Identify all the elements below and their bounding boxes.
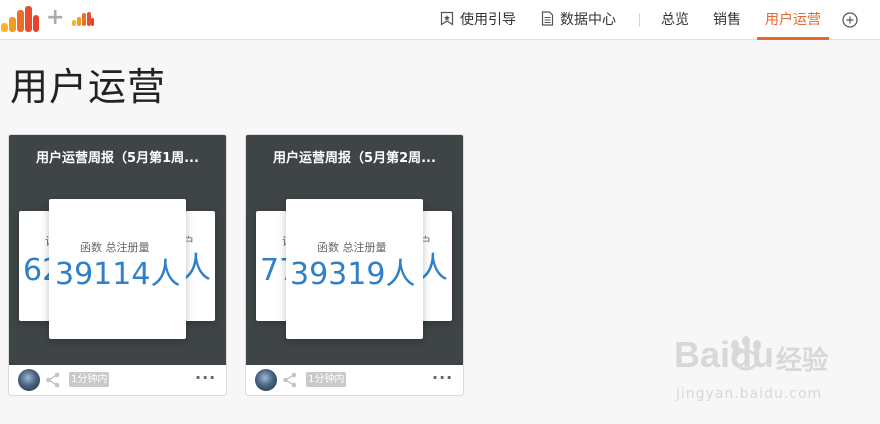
update-time-badge: 1分钟内: [306, 372, 347, 387]
page-title: 用户运营: [10, 65, 167, 109]
tab-overview[interactable]: 总览: [661, 0, 689, 40]
baidu-jingyan-watermark: Baidu 经验 jingyan.baidu.com: [672, 330, 842, 410]
avatar[interactable]: [18, 369, 40, 391]
document-icon: [541, 10, 554, 26]
slide-value: 39319人: [290, 257, 416, 292]
watermark-cn: 经验: [776, 346, 829, 376]
app-logo-icon[interactable]: [0, 6, 40, 32]
slide-label: 函数 总注册量: [80, 241, 150, 254]
card-footer: 1分钟内 ···: [246, 365, 463, 395]
tab-user-operations[interactable]: 用户运营: [765, 0, 821, 40]
data-center-button-label: 数据中心: [560, 12, 616, 28]
active-tab-indicator: [757, 37, 829, 40]
dashboard-card[interactable]: 用户运营周报（5月第2周... 访 77 户 人 函数 总注册量 39319人 …: [245, 134, 464, 396]
add-circle-icon[interactable]: [842, 12, 858, 28]
preview-slide-front: 函数 总注册量 39114人: [49, 199, 186, 339]
slide-value: 39114人: [55, 257, 181, 292]
card-footer: 1分钟内 ···: [9, 365, 226, 395]
card-preview[interactable]: 用户运营周报（5月第1周... 访 62 户 人 函数 总注册量 39114人: [9, 135, 226, 365]
paw-icon: [731, 336, 761, 371]
nav-divider: [639, 13, 640, 27]
slide-unit: 人: [385, 257, 416, 292]
avatar[interactable]: [255, 369, 277, 391]
plus-icon: +: [46, 5, 65, 30]
tab-sales[interactable]: 销售: [713, 0, 741, 40]
card-title: 用户运营周报（5月第2周...: [273, 151, 436, 166]
share-icon[interactable]: [45, 372, 61, 388]
bookmark-star-icon: [440, 11, 454, 26]
partner-logo-icon: [72, 12, 94, 26]
guide-button-label: 使用引导: [460, 12, 516, 28]
update-time-badge: 1分钟内: [69, 372, 110, 387]
guide-button[interactable]: 使用引导: [440, 0, 516, 40]
card-title: 用户运营周报（5月第1周...: [36, 151, 199, 166]
data-center-button[interactable]: 数据中心: [541, 0, 616, 40]
share-icon[interactable]: [282, 372, 298, 388]
more-options-icon[interactable]: ···: [195, 370, 215, 389]
watermark-url: jingyan.baidu.com: [676, 386, 823, 402]
dashboard-card[interactable]: 用户运营周报（5月第1周... 访 62 户 人 函数 总注册量 39114人 …: [8, 134, 227, 396]
slide-unit: 人: [150, 257, 181, 292]
more-options-icon[interactable]: ···: [432, 370, 452, 389]
card-preview[interactable]: 用户运营周报（5月第2周... 访 77 户 人 函数 总注册量 39319人: [246, 135, 463, 365]
preview-slide-front: 函数 总注册量 39319人: [286, 199, 423, 339]
slide-label: 函数 总注册量: [317, 241, 387, 254]
top-bar: + 使用引导 数据中心 总览 销售 用户运营: [0, 0, 880, 40]
